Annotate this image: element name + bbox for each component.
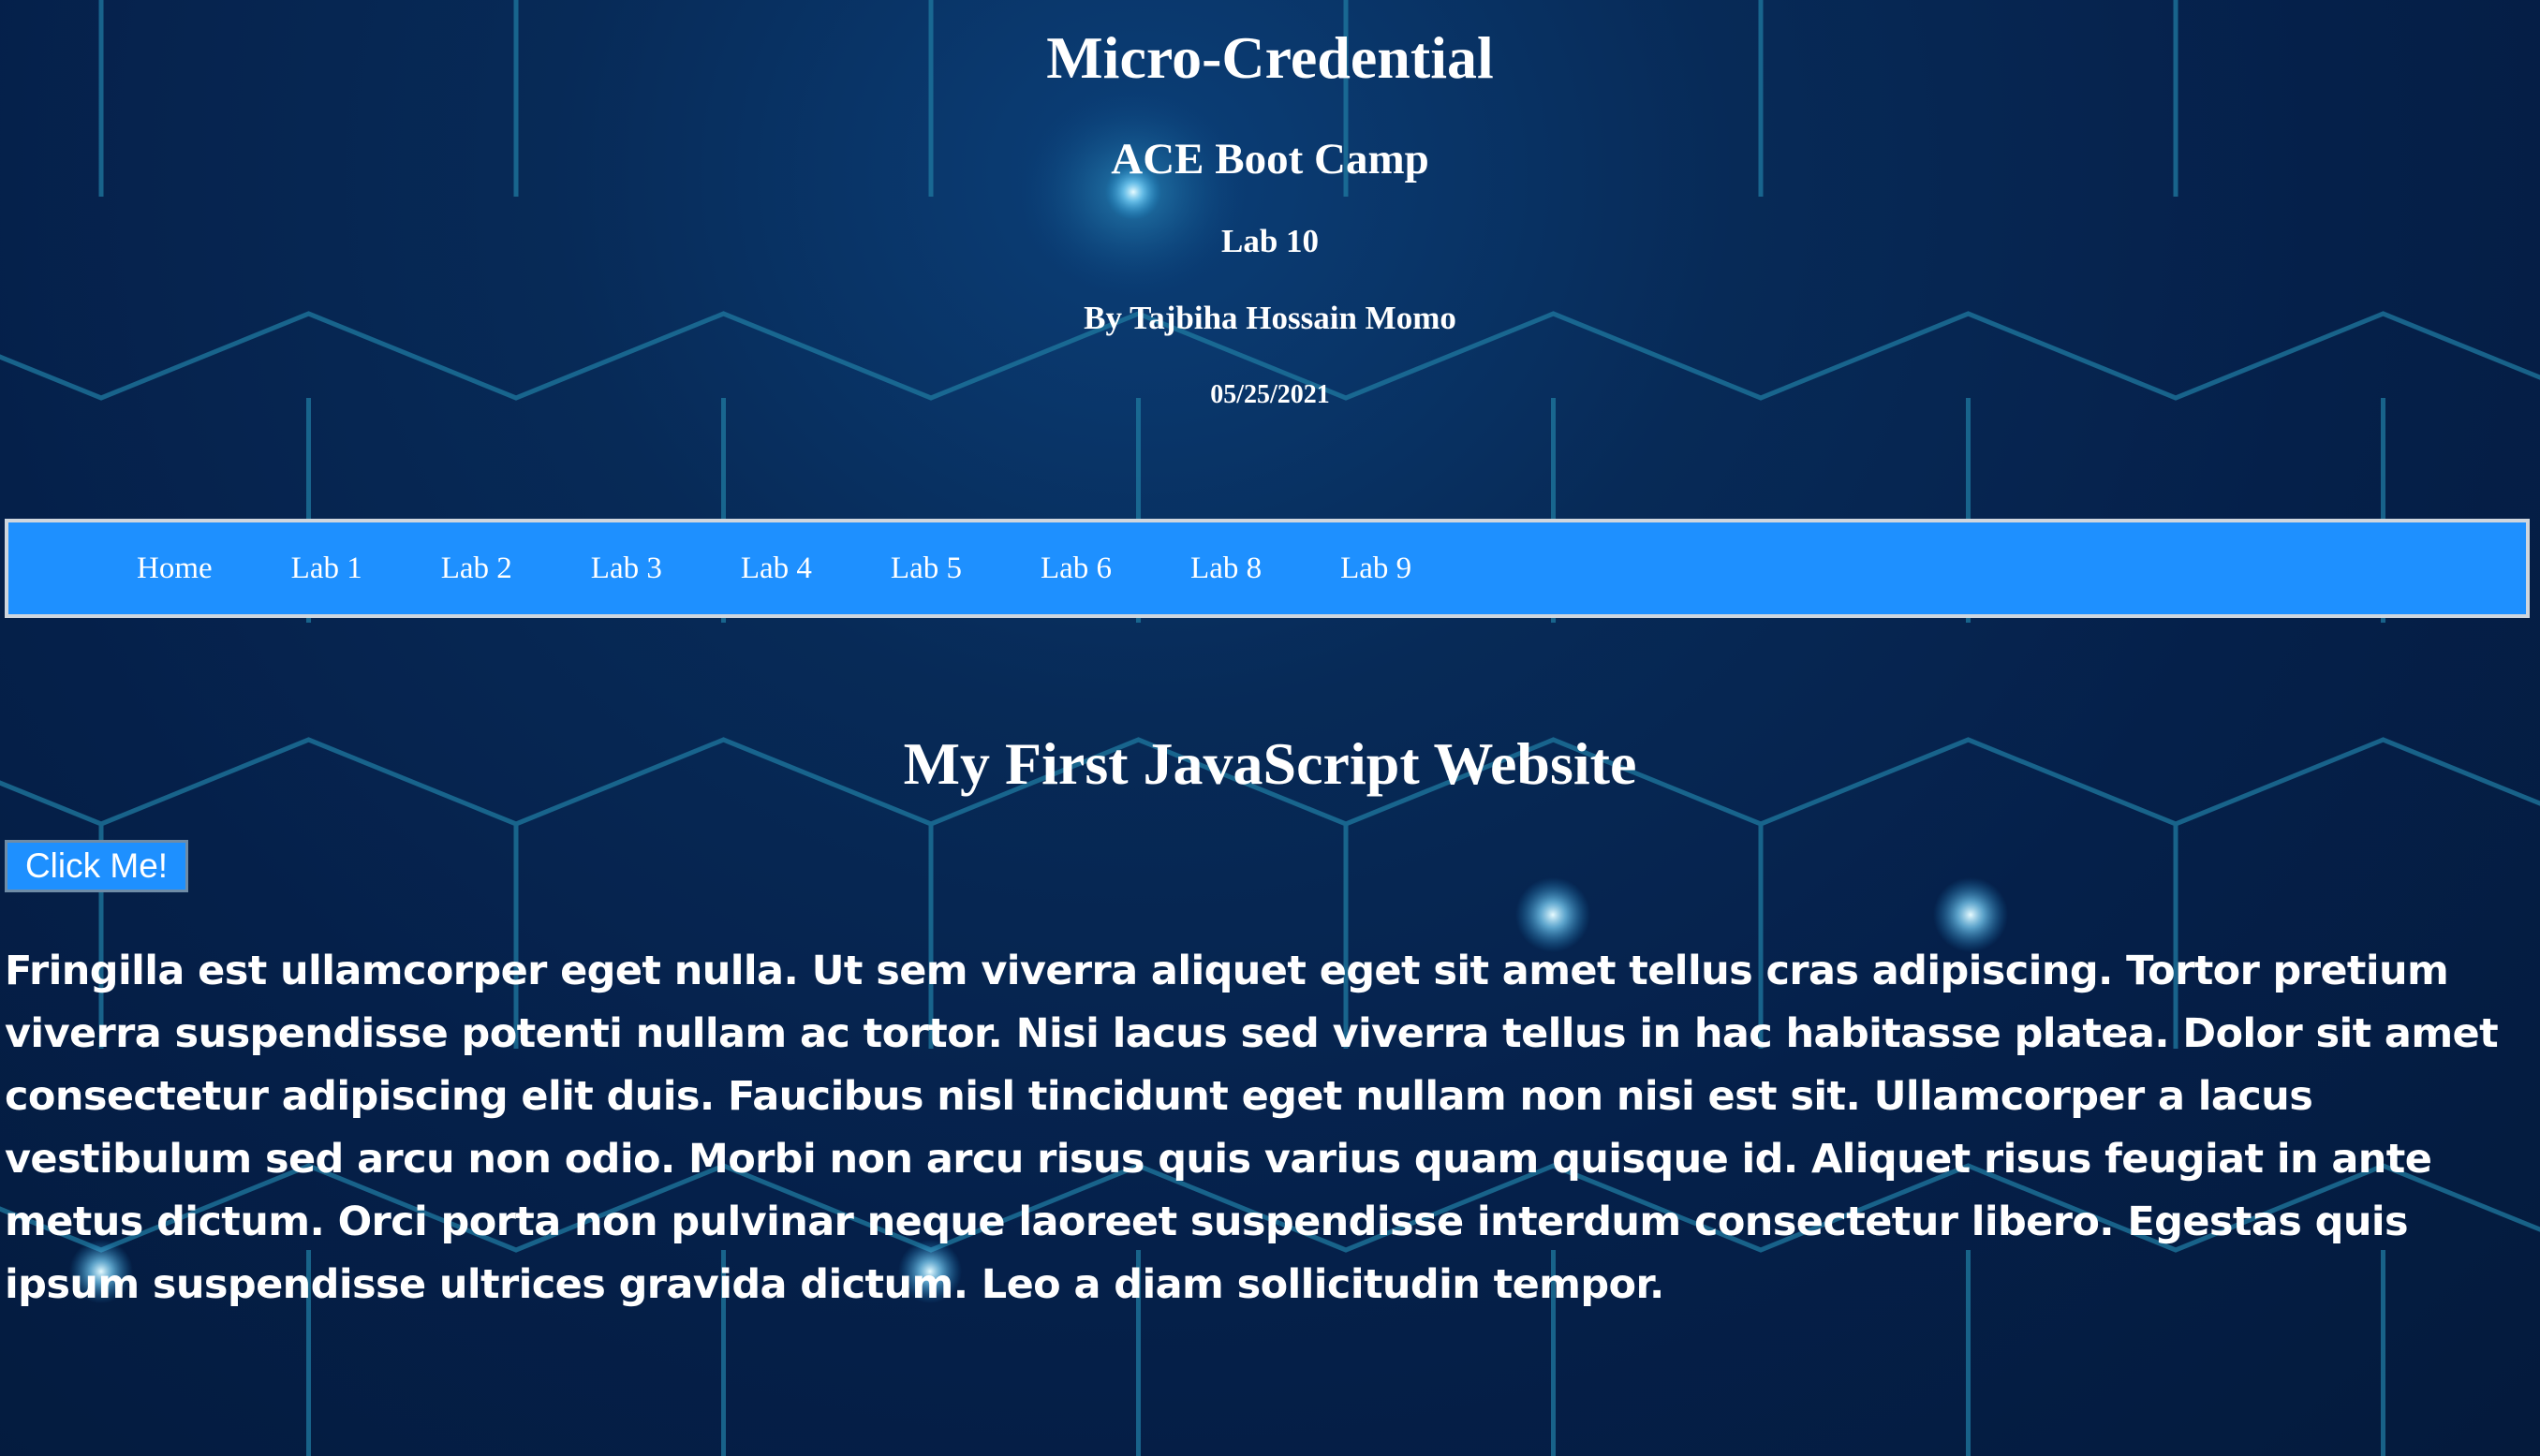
site-title: Micro-Credential [1046, 24, 1494, 91]
page: Micro-Credential ACE Boot Camp Lab 10 By… [0, 0, 2540, 1456]
author-line: By Tajbiha Hossain Momo [1084, 300, 1456, 336]
nav-item-lab-4[interactable]: Lab 4 [741, 552, 812, 586]
nav-item-lab-1[interactable]: Lab 1 [291, 552, 362, 586]
nav-item-lab-8[interactable]: Lab 8 [1190, 552, 1262, 586]
nav-item-lab-5[interactable]: Lab 5 [891, 552, 962, 586]
nav-item-lab-6[interactable]: Lab 6 [1041, 552, 1112, 586]
page-heading: My First JavaScript Website [903, 730, 1637, 797]
click-me-button[interactable]: Click Me! [5, 840, 188, 892]
body-paragraph: Fringilla est ullamcorper eget nulla. Ut… [5, 948, 2499, 1308]
date-line: 05/25/2021 [1210, 380, 1330, 409]
lab-title: Lab 10 [1220, 223, 1320, 259]
site-subtitle: ACE Boot Camp [1111, 135, 1429, 184]
nav-item-lab-9[interactable]: Lab 9 [1340, 552, 1411, 586]
nav-bar: Home Lab 1 Lab 2 Lab 3 Lab 4 Lab 5 Lab 6… [5, 519, 2530, 618]
nav-item-lab-3[interactable]: Lab 3 [591, 552, 662, 586]
nav-item-home[interactable]: Home [137, 552, 213, 586]
nav-item-lab-2[interactable]: Lab 2 [441, 552, 512, 586]
